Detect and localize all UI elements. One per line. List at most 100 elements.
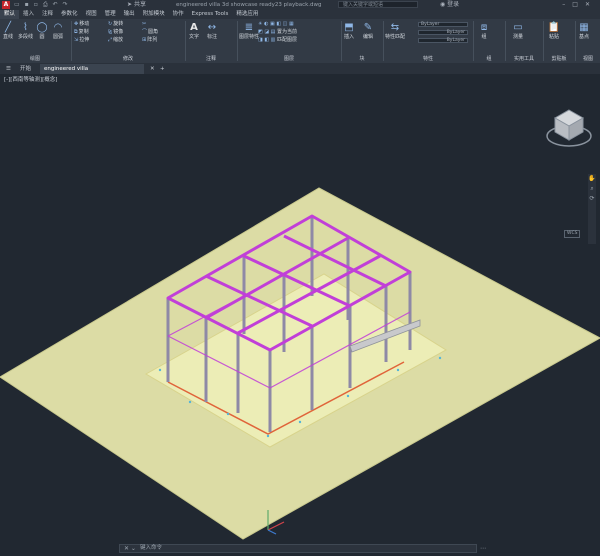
fillet-tool[interactable]: ⌒圆角 (142, 29, 158, 36)
share-button[interactable]: ➤ 共享 (127, 0, 146, 10)
line-tool[interactable]: ╱ 直线 (2, 22, 14, 41)
match-properties-tool[interactable]: ⇆ 特性匹配 (385, 22, 405, 41)
drawing-viewport[interactable]: [-][西南等轴测][概念] WCS ✋ ⌕ ⟳ (0, 74, 600, 540)
polyline-icon: ⌇ (23, 22, 28, 33)
insert-tool[interactable]: ⬒ 插入 (343, 22, 355, 41)
utilities-panel-label[interactable]: 实用工具 (506, 56, 542, 62)
match-properties-icon: ⇆ (390, 22, 400, 33)
layer-icons-row-2[interactable]: ◩ ◪ ▤ 置为当前 (258, 29, 297, 36)
annotation-panel-label[interactable]: 注释 (186, 56, 236, 62)
pan-icon[interactable]: ✋ (588, 174, 596, 184)
status-bar: 键入命令 ✕ ⌄ ⋯ (0, 540, 600, 556)
save-as-icon[interactable]: ▫ (34, 1, 38, 8)
clipboard-panel-label[interactable]: 剪贴板 (544, 56, 574, 62)
polyline-tool[interactable]: ⌇ 多段线 (18, 22, 33, 41)
move-tool[interactable]: ✥移动 (74, 21, 89, 28)
base-view-tool[interactable]: ▦ 基点 (578, 22, 590, 41)
line-icon: ╱ (4, 22, 12, 33)
measure-icon: ▭ (513, 22, 523, 33)
tab-addins[interactable]: 附加模块 (139, 10, 169, 19)
orbit-icon[interactable]: ⟳ (588, 194, 596, 204)
block-panel: ⬒ 插入 ✎ 编辑 块 (342, 19, 382, 63)
match-layer-label: 匹配图层 (276, 37, 297, 43)
new-tab-icon[interactable]: + (156, 64, 169, 74)
layer-icons-row[interactable]: ☀ ◐ ▣ ◧ ◫ ▦ (258, 21, 294, 28)
viewcube[interactable] (544, 104, 594, 154)
copy-label: 复制 (78, 29, 89, 35)
fillet-icon: ⌒ (142, 29, 148, 35)
view-panel-label[interactable]: 视图 (576, 56, 600, 62)
copy-tool[interactable]: ⧉复制 (74, 29, 89, 36)
ribbon-tabs: 默认 插入 注释 参数化 视图 管理 输出 附加模块 协作 Express Tools 精选应用 (0, 10, 600, 19)
scale-tool[interactable]: ⤢缩放 (108, 37, 123, 44)
tab-annotate[interactable]: 注释 (38, 10, 57, 19)
print-icon[interactable]: ⎙ (43, 1, 48, 8)
tab-output[interactable]: 输出 (120, 10, 139, 19)
tab-featured-apps[interactable]: 精选应用 (232, 10, 262, 19)
trim-tool[interactable]: ✂ (142, 21, 147, 28)
modify-panel-label[interactable]: 修改 (72, 56, 184, 62)
layer-properties-tool[interactable]: ≣ 图层特性 (239, 22, 259, 41)
layer-icons-row-3[interactable]: ◨ ◧ ▥ 匹配图层 (258, 37, 297, 44)
open-icon[interactable]: ▭ (14, 1, 20, 8)
draw-panel-label[interactable]: 绘图 (0, 56, 70, 62)
zoom-icon[interactable]: ⌕ (588, 184, 596, 194)
wcs-dropdown[interactable]: WCS (564, 230, 581, 238)
rotate-tool[interactable]: ↻旋转 (108, 21, 123, 28)
login-button[interactable]: ◉ 登录 (440, 0, 459, 10)
command-history-icon[interactable]: ⋯ (480, 544, 486, 553)
array-icon: ⊞ (142, 37, 147, 43)
layers-panel-label[interactable]: 图层 (238, 56, 340, 62)
tab-express-tools[interactable]: Express Tools (188, 10, 233, 19)
redo-icon[interactable]: ↷ (63, 1, 68, 8)
tab-parametric[interactable]: 参数化 (57, 10, 82, 19)
edit-block-tool[interactable]: ✎ 编辑 (362, 22, 374, 41)
maximize-icon[interactable]: □ (572, 1, 585, 8)
save-icon[interactable]: ▪ (25, 1, 29, 8)
scale-icon: ⤢ (108, 37, 113, 43)
tab-default[interactable]: 默认 (0, 10, 20, 19)
mirror-tool[interactable]: ⧎镜像 (108, 29, 123, 36)
paste-tool[interactable]: 📋 粘贴 (548, 22, 560, 41)
command-input[interactable]: 键入命令 (119, 544, 477, 553)
command-close-icon[interactable]: ✕ ⌄ (124, 544, 136, 553)
move-label: 移动 (79, 21, 90, 27)
stretch-tool[interactable]: ⇲拉伸 (74, 37, 89, 44)
tab-manage[interactable]: 管理 (101, 10, 120, 19)
dimension-tool[interactable]: ↔ 标注 (206, 22, 218, 41)
group-tool[interactable]: ⧈ 组 (478, 22, 490, 41)
color-select[interactable]: ByLayer (418, 22, 468, 27)
search-input[interactable]: 键入关键字或短语 (338, 1, 418, 8)
text-label: 文字 (188, 34, 199, 40)
arc-tool[interactable]: ◠ 圆弧 (52, 22, 64, 41)
tab-start[interactable]: 开始 (16, 64, 35, 74)
app-logo[interactable]: A (2, 1, 10, 9)
group-label: 组 (481, 34, 487, 40)
tab-insert[interactable]: 插入 (19, 10, 38, 19)
document-tabs: ☰ 开始 engineered villa _..e_ready23_playb… (0, 63, 600, 82)
array-tool[interactable]: ⊞阵列 (142, 37, 157, 44)
block-panel-label[interactable]: 块 (342, 56, 382, 62)
model-canvas (0, 187, 600, 540)
linetype-select[interactable]: ByLayer (418, 30, 468, 35)
tab-view[interactable]: 视图 (82, 10, 101, 19)
minimize-icon[interactable]: – (562, 1, 572, 8)
measure-tool[interactable]: ▭ 测量 (512, 22, 524, 41)
layers-panel: ≣ 图层特性 ☀ ◐ ▣ ◧ ◫ ▦ ◩ ◪ ▤ 置为当前 ◨ ◧ ▥ 匹配图层 … (238, 19, 340, 63)
lineweight-select[interactable]: ByLayer (418, 38, 468, 43)
edit-block-label: 编辑 (362, 34, 373, 40)
properties-panel-label[interactable]: 特性 (384, 56, 472, 62)
tab-active-drawing[interactable]: engineered villa _..e_ready23_playback (40, 64, 144, 82)
utilities-panel: ▭ 测量 实用工具 (506, 19, 542, 63)
groups-panel-label[interactable]: 组 (474, 56, 504, 62)
close-icon[interactable]: ✕ (585, 1, 597, 8)
paste-label: 粘贴 (548, 34, 559, 40)
arc-icon: ◠ (53, 22, 63, 33)
text-tool[interactable]: A 文字 (188, 22, 200, 41)
tab-collaborate[interactable]: 协作 (169, 10, 188, 19)
menu-icon[interactable]: ☰ (2, 64, 15, 74)
circle-tool[interactable]: ◯ 圆 (36, 22, 48, 41)
rotate-icon: ↻ (108, 21, 113, 27)
undo-icon[interactable]: ↶ (53, 1, 58, 8)
circle-icon: ◯ (36, 22, 48, 33)
